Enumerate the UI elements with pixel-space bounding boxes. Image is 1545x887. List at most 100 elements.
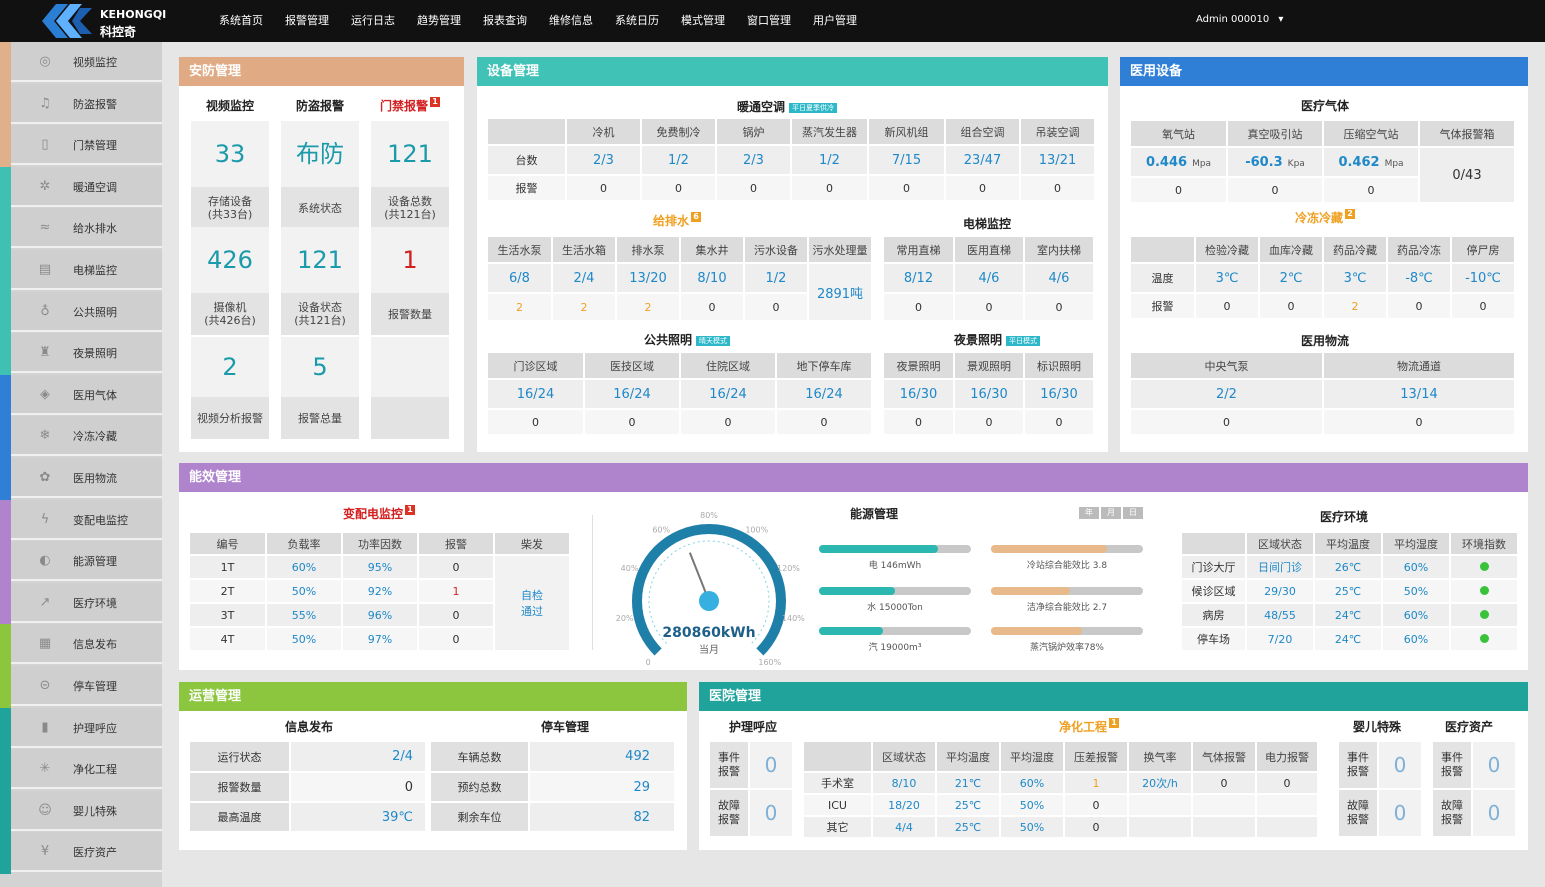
sidebar-item-16[interactable]: ▮ 护理呼应 <box>0 707 162 750</box>
energy-bar <box>819 545 971 553</box>
sidebar-item-7[interactable]: ♜ 夜景照明 <box>0 333 162 376</box>
clean-table-cell: 50% <box>1000 816 1065 839</box>
power-table-cell: 0 <box>418 627 495 652</box>
sidebar-stripe <box>0 291 11 334</box>
hvac-table-cell: 报警 <box>488 175 567 202</box>
sidebar-item-6[interactable]: ♁ 公共照明 <box>0 291 162 334</box>
power-table-cell: 负载率 <box>266 533 343 556</box>
env-table-cell: 50% <box>1382 579 1451 604</box>
sidebar-item-12[interactable]: ◐ 能源管理 <box>0 541 162 584</box>
nav-item-2[interactable]: 运行日志 <box>340 0 406 42</box>
nav-item-1[interactable]: 报警管理 <box>274 0 340 42</box>
clean-table-cell <box>1192 794 1257 817</box>
light-table-cell: 住院区域 <box>680 353 777 380</box>
divider <box>592 515 593 650</box>
parking-table-cell: 29 <box>529 772 676 803</box>
sidebar-item-8[interactable]: ◈ 医用气体 <box>0 374 162 417</box>
env-table-cell: 停车场 <box>1182 627 1247 652</box>
night-table-cell: 16/30 <box>954 379 1025 410</box>
sidebar-item-11[interactable]: ϟ 变配电监控 <box>0 499 162 542</box>
cold-badge: 2 <box>1345 209 1355 219</box>
env-table-cell: 60% <box>1382 603 1451 628</box>
lamp-icon: ♜ <box>39 345 51 361</box>
hvac-table-cell: 蒸汽发生器 <box>791 119 869 146</box>
power-table-cell: 编号 <box>190 533 267 556</box>
nav-item-6[interactable]: 系统日历 <box>604 0 670 42</box>
nav-item-9[interactable]: 用户管理 <box>802 0 868 42</box>
sidebar-item-3[interactable]: ✲ 暖通空调 <box>0 166 162 209</box>
power-table-cell: 自检 通过 <box>494 555 571 652</box>
hvac-table-cell: 1/2 <box>641 145 717 176</box>
energy-bar <box>819 627 971 635</box>
power-title: 变配电监控 1 <box>319 505 439 522</box>
sidebar-item-4[interactable]: ≈ 给水排水 <box>0 208 162 251</box>
sidebar-item-2[interactable]: ▯ 门禁管理 <box>0 125 162 168</box>
cold-table-cell <box>1131 237 1196 264</box>
parking-table-cell: 车辆总数 <box>431 742 530 773</box>
power-icon: ϟ <box>40 511 50 527</box>
nurse-alarm-label: 事件 报警 <box>710 742 748 788</box>
sidebar-item-15[interactable]: ⊝ 停车管理 <box>0 666 162 708</box>
sidebar-item-5[interactable]: ▤ 电梯监控 <box>0 250 162 292</box>
sidebar-item-label: 医疗资产 <box>73 846 117 860</box>
sidebar-item-14[interactable]: ▦ 信息发布 <box>0 624 162 667</box>
env-table-cell: 48/55 <box>1246 603 1315 628</box>
parking-table: 车辆总数 492 预约总数 29 剩余车位 82 <box>431 742 676 833</box>
nav-item-8[interactable]: 窗口管理 <box>736 0 802 42</box>
gauge-tick-label: 120% <box>777 564 800 573</box>
clean-table-cell <box>804 742 873 773</box>
period-button-0[interactable]: 年 <box>1079 507 1099 519</box>
sidebar-item-13[interactable]: ↗ 医疗环境 <box>0 582 162 625</box>
sidebar-item-18[interactable]: ☺ 婴儿特殊 <box>0 790 162 833</box>
nav-item-5[interactable]: 维修信息 <box>538 0 604 42</box>
sidebar-item-0[interactable]: ◎ 视频监控 <box>0 42 162 84</box>
sidebar-item-9[interactable]: ❄ 冷冻冷藏 <box>0 416 162 459</box>
nav-item-4[interactable]: 报表查询 <box>472 0 538 42</box>
energy-bar-label: 汽 19000m³ <box>868 643 922 653</box>
sidebar-item-1[interactable]: ♫ 防盗报警 <box>0 83 162 126</box>
env-table-cell: 区域状态 <box>1246 533 1315 556</box>
water-table-cell: 2 <box>488 293 553 322</box>
security-col-2: 门禁报警 1 <box>371 97 449 114</box>
security-label: 报警数量 <box>371 293 449 335</box>
env-table-cell: 病房 <box>1182 603 1247 628</box>
period-button-1[interactable]: 月 <box>1101 507 1121 519</box>
energy-gauge: 0 20% 40% 60% 80% 100% 120% 140% 160% 280860kWh 当月 <box>616 511 805 667</box>
nurse-title: 护理呼应 <box>728 720 777 734</box>
sidebar-item-19[interactable]: ¥ 医疗资产 <box>0 832 162 875</box>
sidebar-item-17[interactable]: ✳ 净化工程 <box>0 749 162 792</box>
period-button-2[interactable]: 日 <box>1123 507 1143 519</box>
sidebar-stripe <box>0 83 11 126</box>
light-mode-select[interactable]: 晴天模式 <box>696 335 730 346</box>
nav-item-3[interactable]: 趋势管理 <box>406 0 472 42</box>
info-table-cell: 最高温度 <box>190 802 291 833</box>
cold-table-cell: -8℃ <box>1387 263 1452 294</box>
user-menu[interactable]: Admin 000010 ▾ <box>1196 14 1283 25</box>
clean-table-cell <box>1128 816 1193 839</box>
cold-table-cell: 温度 <box>1131 263 1196 294</box>
cold-title: 冷冻冷藏 2 <box>1250 209 1400 226</box>
gas-table-cell: 氧气站 <box>1131 121 1228 148</box>
security-value: 2 <box>191 337 269 397</box>
night-mode-select[interactable]: 平日模式 <box>1006 335 1040 346</box>
clean-table-cell: 0 <box>1256 772 1319 795</box>
hvac-mode-select[interactable]: 平日夏季供冷 <box>789 102 837 113</box>
logo[interactable]: KEHONGQI 科控奇 <box>42 4 172 39</box>
sidebar-item-10[interactable]: ✿ 医用物流 <box>0 458 162 500</box>
elevator-table-cell: 8/12 <box>884 263 955 294</box>
clean-table-cell: 60% <box>1000 772 1065 795</box>
nav-item-0[interactable]: 系统首页 <box>208 0 274 42</box>
water-table-cell: 2891吨 <box>808 263 873 322</box>
security-label: 系统状态 <box>281 187 359 229</box>
water-table-cell: 8/10 <box>680 263 745 294</box>
night-table-cell: 0 <box>1024 409 1095 436</box>
clean-table-cell <box>1256 816 1319 839</box>
clean-title-text: 净化工程 <box>1058 720 1107 734</box>
gas-icon: ◈ <box>40 386 50 402</box>
gas-table-cell: 气体报警箱 <box>1419 121 1516 148</box>
water-table-cell: 2 <box>552 293 617 322</box>
hvac-table-cell: 7/15 <box>868 145 946 176</box>
clean-table-cell: 平均湿度 <box>1000 742 1065 773</box>
elevator-table-cell: 医用直梯 <box>954 237 1025 264</box>
nav-item-7[interactable]: 模式管理 <box>670 0 736 42</box>
